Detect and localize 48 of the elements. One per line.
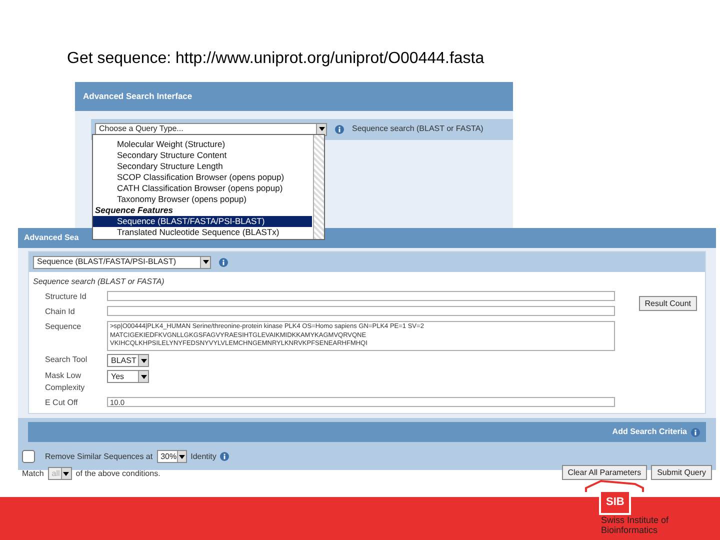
field-label: Mask Low Complexity [45, 370, 86, 394]
caret-icon [318, 127, 324, 132]
checkbox[interactable] [22, 450, 35, 463]
dropdown-option[interactable]: SCOP Classification Browser (opens popup) [93, 172, 312, 183]
dropdown-option[interactable]: CATH Classification Browser (opens popup) [93, 183, 312, 194]
section-label: Sequence search (BLAST or FASTA) [32, 276, 166, 288]
option-label: Identity [190, 450, 216, 462]
field-label: Sequence [45, 321, 82, 333]
query-type-select[interactable]: Sequence (BLAST/FASTA/PSI-BLAST) [33, 256, 211, 268]
select-field[interactable]: BLAST [107, 354, 149, 367]
dropdown-option[interactable]: Taxonomy Browser (opens popup) [93, 194, 312, 205]
help-icon[interactable] [335, 124, 344, 134]
input-field[interactable] [107, 291, 615, 301]
query-type-select[interactable]: Choose a Query Type... [95, 122, 327, 136]
roof-icon [585, 480, 645, 492]
option-label: Match [22, 468, 44, 480]
dropdown-option[interactable]: Molecular Weight (Structure) [93, 139, 312, 150]
caret-icon [202, 260, 208, 264]
select-field[interactable]: Yes [107, 370, 149, 383]
add-criteria-label: Add Search Criteria [612, 426, 687, 438]
form-button[interactable]: Submit Query [651, 465, 712, 480]
field-label: E Cut Off [45, 397, 79, 409]
option-label: Remove Similar Sequences at [45, 450, 153, 462]
panel-header: Advanced Search Interface [75, 82, 513, 111]
dropdown-option[interactable]: Sequence (BLAST/FASTA/PSI-BLAST) [93, 216, 312, 227]
dropdown-option[interactable]: Translated Nucleotide Sequence (BLASTx) [93, 227, 312, 238]
slide-title: Get sequence: http://www.uniprot.org/uniprot/O00444.fasta [67, 49, 484, 69]
help-icon[interactable] [691, 428, 700, 436]
organization-name: Swiss Institute of Bioinformatics [601, 514, 670, 534]
dropdown-option[interactable]: Secondary Structure Content [93, 150, 312, 161]
caret-icon [178, 454, 185, 458]
scrollbar[interactable] [313, 135, 324, 239]
identity-select[interactable]: 30% [156, 450, 187, 463]
field-label: Structure Id [45, 291, 88, 303]
field-label: Search Tool [45, 354, 88, 366]
caret-icon [140, 358, 146, 362]
result-count-button[interactable]: Result Count [638, 296, 697, 311]
input-field[interactable] [107, 306, 615, 316]
caret-icon [140, 374, 146, 378]
help-icon[interactable] [220, 452, 230, 461]
help-icon[interactable] [219, 258, 228, 266]
dropdown-option[interactable]: Secondary Structure Length [93, 161, 312, 172]
field-label: Chain Id [45, 306, 76, 318]
hint-text: Sequence search (BLAST or FASTA) [352, 123, 484, 136]
option-group-label: Sequence Features [94, 205, 174, 216]
logo-text: SIB [599, 492, 632, 514]
form-button[interactable]: Clear All Parameters [562, 465, 648, 480]
option-label: of the above conditions. [76, 468, 160, 480]
